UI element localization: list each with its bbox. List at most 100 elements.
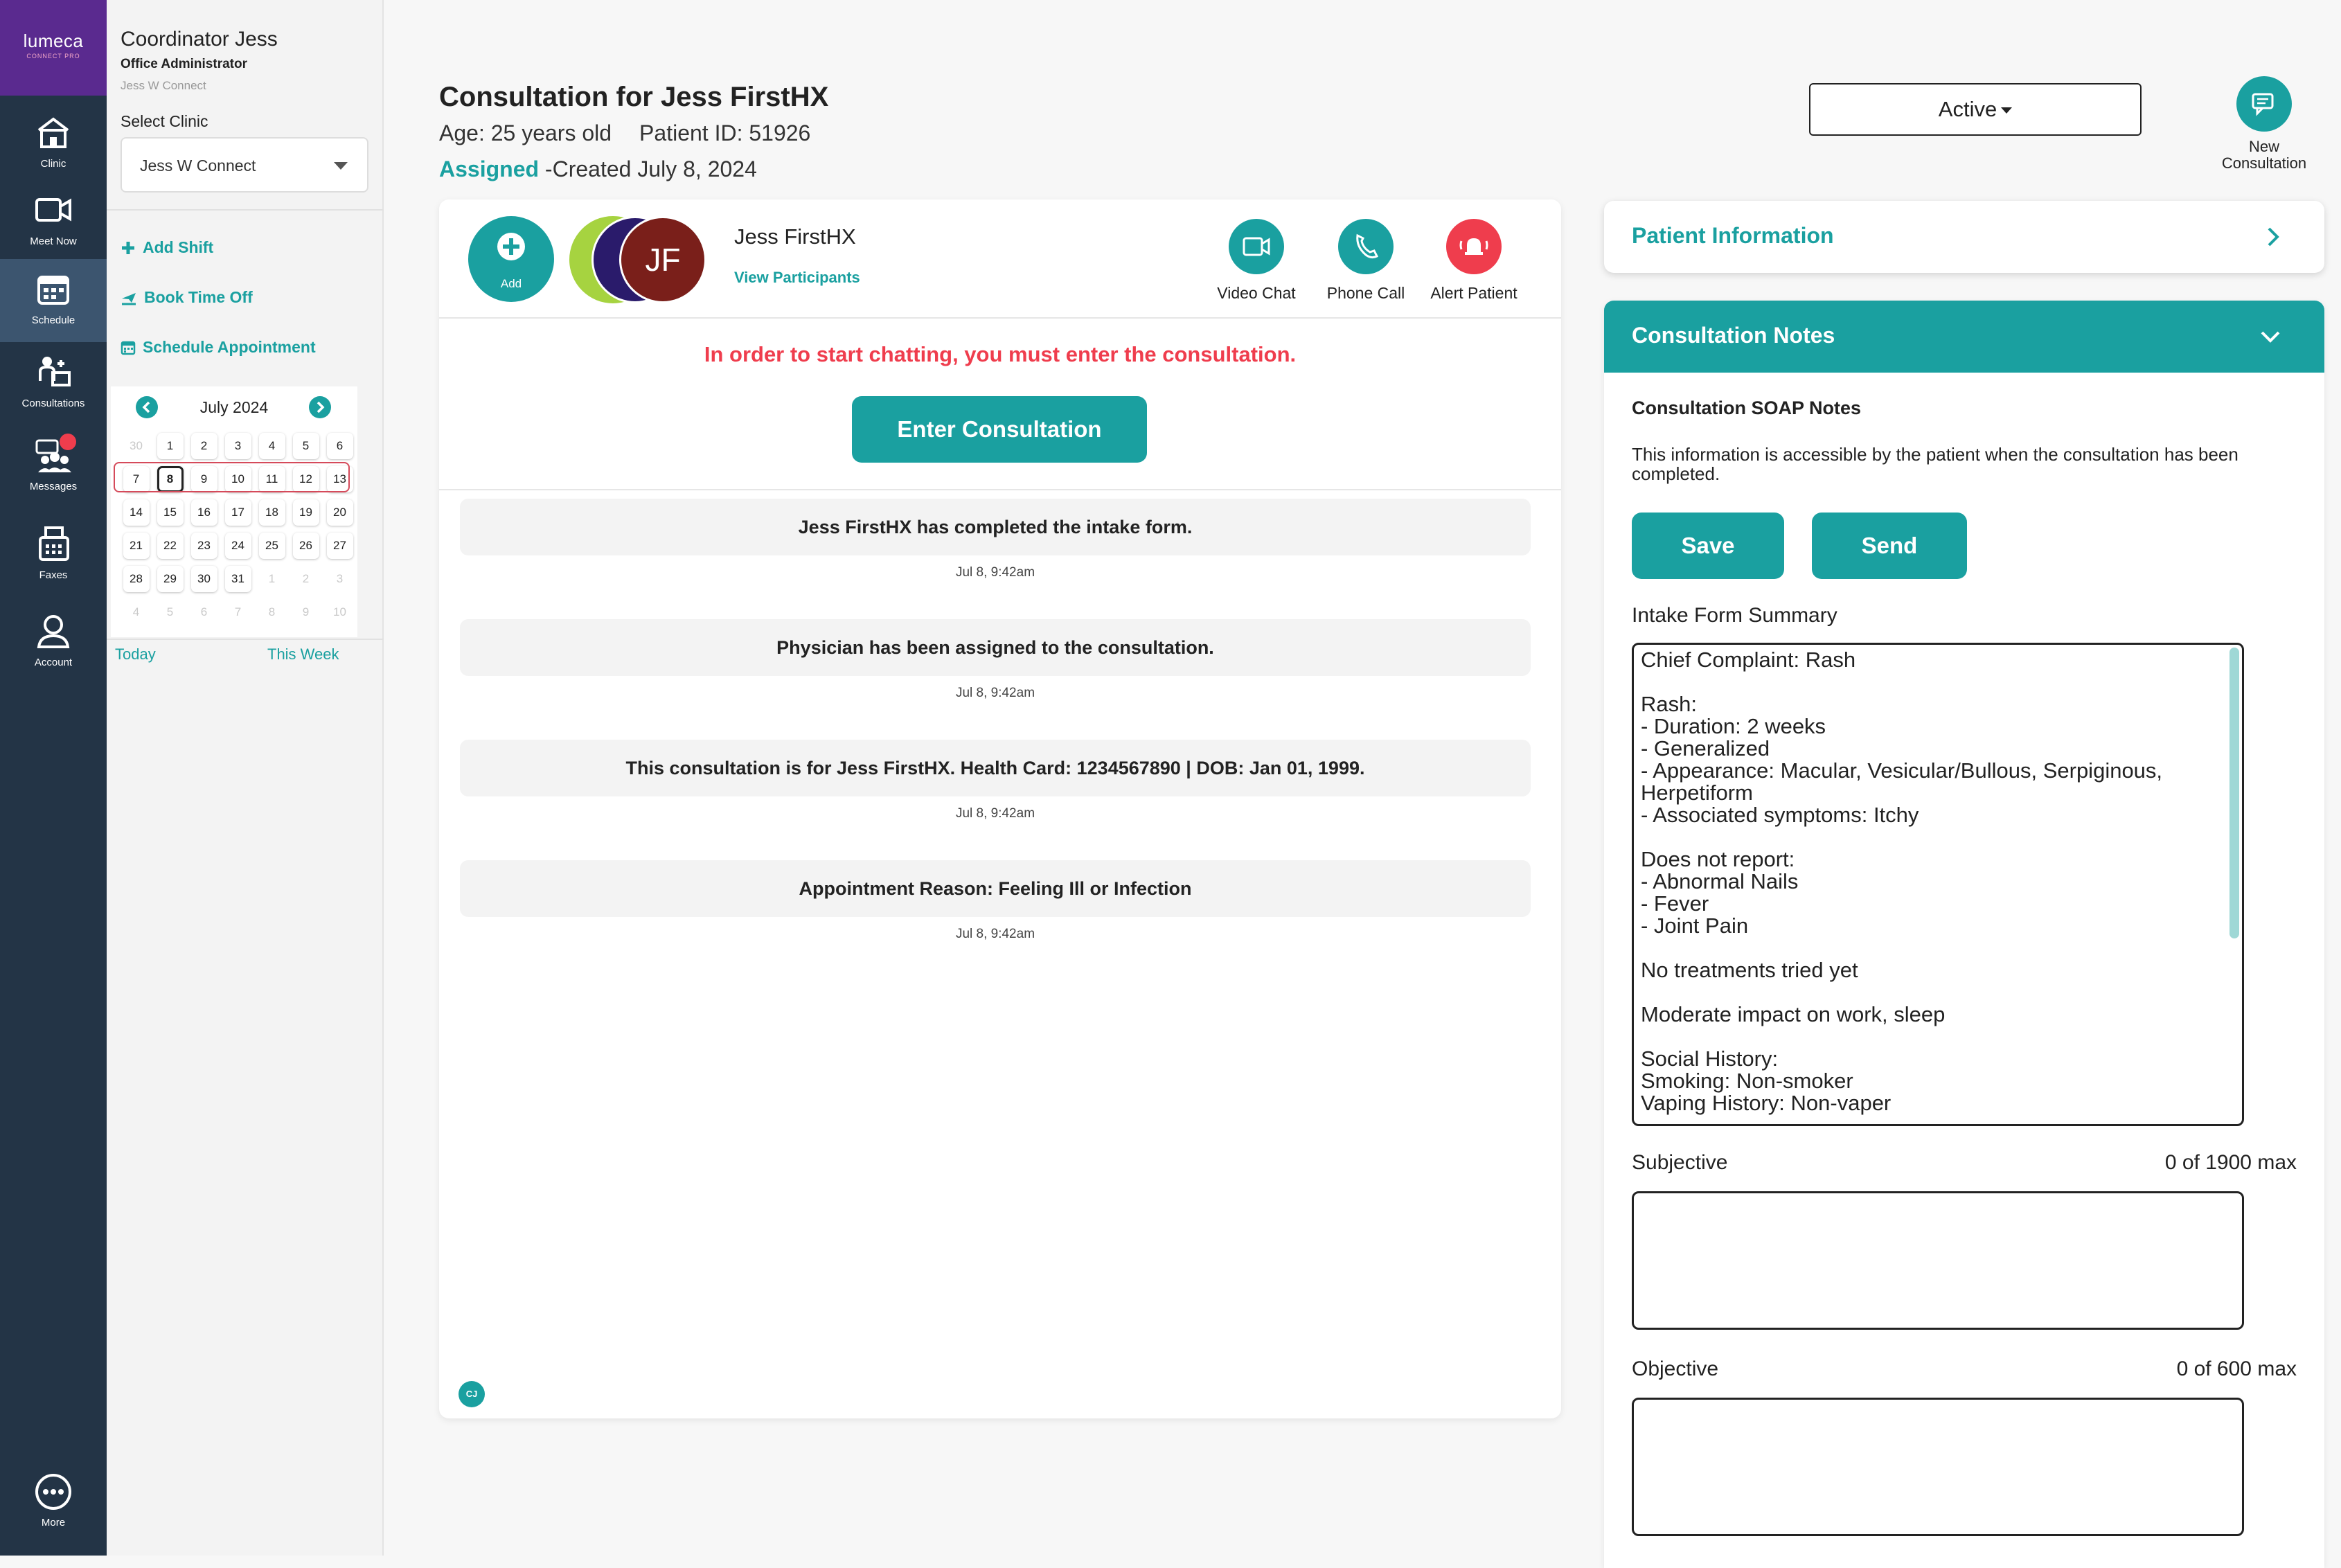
calendar-day-label: 8 [258,599,285,625]
status-select[interactable]: Active [1809,83,2142,136]
objective-textarea[interactable] [1632,1398,2244,1536]
calendar-day[interactable]: 14 [119,496,153,529]
calendar-day[interactable]: 3 [221,429,255,463]
more-icon [34,1472,73,1511]
calendar-day[interactable]: 7 [221,596,255,629]
phone-call-label: Phone Call [1326,284,1405,302]
nav-item-messages[interactable]: Messages [0,425,107,506]
calendar-day[interactable]: 29 [153,562,187,596]
nav-item-meet-now[interactable]: Meet Now [0,180,107,260]
nav-label: Account [34,657,73,668]
clinic-select-value: Jess W Connect [140,157,256,175]
alert-patient-label: Alert Patient [1430,284,1517,302]
schedule-appointment-button[interactable]: Schedule Appointment [121,338,316,357]
calendar-day[interactable]: 5 [289,429,323,463]
nav-label: Consultations [21,398,85,409]
enter-consultation-button[interactable]: Enter Consultation [852,396,1147,463]
calendar-day[interactable]: 4 [255,429,289,463]
calendar-day[interactable]: 30 [187,562,221,596]
nav-item-account[interactable]: Account [0,601,107,681]
calendar-day[interactable]: 26 [289,529,323,562]
consultation-notes-title: Consultation Notes [1632,323,1835,348]
nav-item-more[interactable]: More [0,1461,107,1542]
calendar-day-label: 25 [258,533,285,559]
send-button[interactable]: Send [1812,513,1967,579]
user-avatar[interactable]: CJ [459,1381,485,1407]
calendar-day[interactable]: 19 [289,496,323,529]
calendar-day[interactable]: 31 [221,562,255,596]
scrollbar-thumb[interactable] [2229,648,2239,938]
new-consultation-button[interactable]: New Consultation [2207,76,2322,172]
calendar-day[interactable]: 27 [323,529,357,562]
calendar-day[interactable]: 22 [153,529,187,562]
subjective-textarea[interactable] [1632,1191,2244,1330]
calendar-day-label: 3 [224,433,251,459]
calendar-day[interactable]: 17 [221,496,255,529]
calendar-day-label: 4 [258,433,285,459]
calendar-day[interactable]: 28 [119,562,153,596]
calendar-day-label: 2 [190,433,217,459]
status-badge: Assigned [439,157,540,181]
calendar-day[interactable]: 23 [187,529,221,562]
calendar-day[interactable]: 16 [187,496,221,529]
calendar-day[interactable]: 6 [187,596,221,629]
calendar-day[interactable]: 20 [323,496,357,529]
calendar-day[interactable]: 5 [153,596,187,629]
calendar-day[interactable]: 6 [323,429,357,463]
brand-name: lumeca [23,30,84,51]
calendar-day[interactable]: 1 [153,429,187,463]
nav-item-clinic[interactable]: Clinic [0,103,107,183]
calendar-day[interactable]: 10 [323,596,357,629]
page-title: Consultation for Jess FirstHX [439,82,829,112]
calendar-day[interactable]: 25 [255,529,289,562]
calendar-day[interactable]: 30 [119,429,153,463]
nav-item-faxes[interactable]: Faxes [0,514,107,594]
mini-calendar: July 2024 30 1 2 3 4 5 6 7 8 9 10 11 12 13 14 15 16 17 18 1… [111,386,357,637]
calendar-day[interactable]: 8 [255,596,289,629]
calendar-day-label: 5 [292,433,319,459]
video-chat-button[interactable]: Video Chat [1201,219,1312,303]
calendar-day-label: 1 [157,433,184,459]
brand-sub: CONNECT PRO [26,53,80,60]
this-week-button[interactable]: This Week [267,645,339,663]
intake-summary-box[interactable]: Chief Complaint: Rash Rash: - Duration: … [1632,643,2244,1126]
add-participant-button[interactable]: Add [468,216,554,302]
add-shift-button[interactable]: Add Shift [121,238,213,257]
patient-id: Patient ID: 51926 [639,121,811,145]
alert-patient-button[interactable]: Alert Patient [1418,219,1529,303]
calendar-day[interactable]: 21 [119,529,153,562]
calendar-day[interactable]: 3 [323,562,357,596]
book-time-off-button[interactable]: Book Time Off [121,288,253,307]
phone-call-button[interactable]: Phone Call [1310,219,1421,303]
nav-item-schedule[interactable]: Schedule [0,259,107,342]
intake-summary-label: Intake Form Summary [1632,604,1837,627]
today-button[interactable]: Today [115,645,156,663]
calendar-day[interactable]: 1 [255,562,289,596]
view-participants-link[interactable]: View Participants [734,269,860,287]
add-shift-label: Add Shift [143,238,214,256]
video-camera-icon [34,191,73,229]
next-month-button[interactable] [309,396,331,418]
calendar-day-label: 23 [190,533,217,559]
user-name: Coordinator Jess [121,28,278,51]
nav-item-consultations[interactable]: Consultations [0,342,107,422]
calendar-day[interactable]: 24 [221,529,255,562]
schedule-panel: Coordinator Jess Office Administrator Je… [107,0,384,1556]
user-icon [35,612,72,650]
clinic-select[interactable]: Jess W Connect [121,137,368,193]
soap-notes-info: This information is accessible by the pa… [1632,444,2238,484]
caret-down-icon [2001,107,2013,114]
user-role: Office Administrator [121,57,247,71]
calendar-day[interactable]: 4 [119,596,153,629]
calendar-day[interactable]: 9 [289,596,323,629]
brand-logo[interactable]: lumeca CONNECT PRO [0,0,107,96]
consultation-notes-header[interactable]: Consultation Notes [1604,301,2324,373]
calendar-day[interactable]: 2 [187,429,221,463]
objective-label: Objective [1632,1357,1719,1380]
calendar-day[interactable]: 18 [255,496,289,529]
calendar-day[interactable]: 15 [153,496,187,529]
save-button[interactable]: Save [1632,513,1784,579]
calendar-day[interactable]: 2 [289,562,323,596]
patient-information-panel[interactable]: Patient Information [1604,201,2324,273]
system-message: Appointment Reason: Feeling Ill or Infec… [460,860,1531,917]
